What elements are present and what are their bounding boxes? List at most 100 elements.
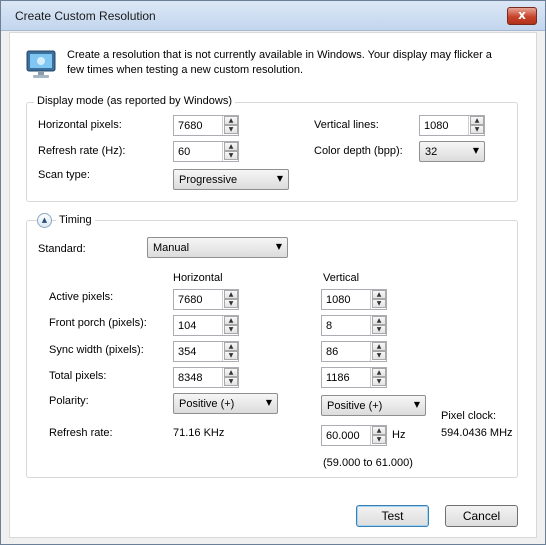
spin-up-icon[interactable]: ▲ bbox=[224, 142, 238, 151]
chevron-down-icon: ▼ bbox=[472, 146, 479, 155]
standard-value: Manual bbox=[153, 242, 190, 254]
spin-up-icon[interactable]: ▲ bbox=[224, 290, 238, 299]
spin-up-icon[interactable]: ▲ bbox=[372, 316, 386, 325]
horizontal-pixels-field[interactable]: ▲ ▼ bbox=[173, 115, 239, 136]
total-h-spinner: ▲ ▼ bbox=[222, 368, 238, 387]
scan-type-value: Progressive bbox=[179, 174, 238, 186]
scan-type-select[interactable]: Progressive ▼ bbox=[173, 169, 289, 190]
spin-down-icon[interactable]: ▼ bbox=[470, 125, 484, 134]
timing-refresh-rate-label: Refresh rate: bbox=[49, 427, 113, 439]
vertical-lines-spinner: ▲ ▼ bbox=[468, 116, 484, 135]
active-v-field[interactable]: ▲ ▼ bbox=[321, 289, 387, 310]
vertical-lines-label: Vertical lines: bbox=[314, 119, 379, 131]
column-header-horizontal: Horizontal bbox=[173, 272, 223, 284]
test-button[interactable]: Test bbox=[356, 505, 429, 527]
spin-up-icon[interactable]: ▲ bbox=[372, 290, 386, 299]
front-porch-v-field[interactable]: ▲ ▼ bbox=[321, 315, 387, 336]
spin-up-icon[interactable]: ▲ bbox=[224, 368, 238, 377]
refresh-rate-spinner: ▲ ▼ bbox=[222, 142, 238, 161]
vertical-lines-field[interactable]: ▲ ▼ bbox=[419, 115, 485, 136]
polarity-v-value: Positive (+) bbox=[327, 400, 383, 412]
chevron-down-icon: ▼ bbox=[275, 242, 282, 251]
total-v-input[interactable] bbox=[322, 368, 370, 387]
intro-text: Create a resolution that is not currentl… bbox=[67, 49, 492, 76]
standard-label: Standard: bbox=[38, 243, 86, 255]
vertical-refresh-spinner: ▲ ▼ bbox=[370, 426, 386, 445]
spin-down-icon[interactable]: ▼ bbox=[372, 377, 386, 386]
spin-down-icon[interactable]: ▼ bbox=[224, 125, 238, 134]
spin-up-icon[interactable]: ▲ bbox=[372, 426, 386, 435]
spin-up-icon[interactable]: ▲ bbox=[372, 342, 386, 351]
total-pixels-label: Total pixels: bbox=[49, 370, 107, 382]
title-bar[interactable]: Create Custom Resolution x bbox=[1, 1, 545, 31]
polarity-v-select[interactable]: Positive (+) ▼ bbox=[321, 395, 426, 416]
dialog-window: Create Custom Resolution x Create a reso… bbox=[0, 0, 546, 545]
sync-width-v-input[interactable] bbox=[322, 342, 370, 361]
active-pixels-label: Active pixels: bbox=[49, 291, 114, 303]
active-h-input[interactable] bbox=[174, 290, 222, 309]
spin-up-icon[interactable]: ▲ bbox=[224, 342, 238, 351]
vertical-refresh-field[interactable]: ▲ ▼ bbox=[321, 425, 387, 446]
front-porch-h-field[interactable]: ▲ ▼ bbox=[173, 315, 239, 336]
window-title: Create Custom Resolution bbox=[15, 9, 156, 23]
color-depth-label: Color depth (bpp): bbox=[314, 145, 403, 157]
pixel-clock-value: 594.0436 MHz bbox=[441, 427, 513, 439]
total-h-input[interactable] bbox=[174, 368, 222, 387]
front-porch-v-spinner: ▲ ▼ bbox=[370, 316, 386, 335]
spin-down-icon[interactable]: ▼ bbox=[372, 325, 386, 334]
front-porch-h-spinner: ▲ ▼ bbox=[222, 316, 238, 335]
polarity-h-value: Positive (+) bbox=[179, 398, 235, 410]
total-v-field[interactable]: ▲ ▼ bbox=[321, 367, 387, 388]
color-depth-select[interactable]: 32 ▼ bbox=[419, 141, 485, 162]
spin-down-icon[interactable]: ▼ bbox=[224, 325, 238, 334]
sync-width-v-spinner: ▲ ▼ bbox=[370, 342, 386, 361]
horizontal-refresh-value: 71.16 KHz bbox=[173, 427, 225, 439]
color-depth-value: 32 bbox=[425, 146, 438, 158]
spin-down-icon[interactable]: ▼ bbox=[372, 351, 386, 360]
spin-down-icon[interactable]: ▼ bbox=[372, 299, 386, 308]
front-porch-h-input[interactable] bbox=[174, 316, 222, 335]
refresh-rate-label: Refresh rate (Hz): bbox=[38, 145, 126, 157]
refresh-rate-input[interactable] bbox=[174, 142, 222, 161]
standard-select[interactable]: Manual ▼ bbox=[147, 237, 288, 258]
display-mode-group-label: Display mode (as reported by Windows) bbox=[34, 95, 236, 107]
active-h-field[interactable]: ▲ ▼ bbox=[173, 289, 239, 310]
polarity-label: Polarity: bbox=[49, 395, 89, 407]
chevron-down-icon: ▼ bbox=[413, 400, 420, 409]
vertical-lines-input[interactable] bbox=[420, 116, 468, 135]
column-header-vertical: Vertical bbox=[323, 272, 360, 284]
total-h-field[interactable]: ▲ ▼ bbox=[173, 367, 239, 388]
collapse-icon[interactable]: ▲ bbox=[37, 213, 52, 228]
sync-width-v-field[interactable]: ▲ ▼ bbox=[321, 341, 387, 362]
vertical-refresh-input[interactable] bbox=[322, 426, 370, 445]
sync-width-h-input[interactable] bbox=[174, 342, 222, 361]
sync-width-h-field[interactable]: ▲ ▼ bbox=[173, 341, 239, 362]
spin-down-icon[interactable]: ▼ bbox=[224, 151, 238, 160]
refresh-range: (59.000 to 61.000) bbox=[323, 457, 413, 469]
spin-up-icon[interactable]: ▲ bbox=[224, 316, 238, 325]
sync-width-label: Sync width (pixels): bbox=[49, 344, 144, 356]
horizontal-pixels-spinner: ▲ ▼ bbox=[222, 116, 238, 135]
close-button[interactable]: x bbox=[507, 7, 537, 25]
sync-width-h-spinner: ▲ ▼ bbox=[222, 342, 238, 361]
polarity-h-select[interactable]: Positive (+) ▼ bbox=[173, 393, 278, 414]
active-h-spinner: ▲ ▼ bbox=[222, 290, 238, 309]
refresh-unit: Hz bbox=[392, 429, 406, 441]
spin-down-icon[interactable]: ▼ bbox=[224, 351, 238, 360]
active-v-input[interactable] bbox=[322, 290, 370, 309]
horizontal-pixels-input[interactable] bbox=[174, 116, 222, 135]
spin-down-icon[interactable]: ▼ bbox=[224, 299, 238, 308]
total-v-spinner: ▲ ▼ bbox=[370, 368, 386, 387]
spin-up-icon[interactable]: ▲ bbox=[224, 116, 238, 125]
front-porch-v-input[interactable] bbox=[322, 316, 370, 335]
pixel-clock-label: Pixel clock: bbox=[441, 410, 497, 422]
refresh-rate-field[interactable]: ▲ ▼ bbox=[173, 141, 239, 162]
cancel-button[interactable]: Cancel bbox=[445, 505, 518, 527]
spin-up-icon[interactable]: ▲ bbox=[470, 116, 484, 125]
active-v-spinner: ▲ ▼ bbox=[370, 290, 386, 309]
spin-up-icon[interactable]: ▲ bbox=[372, 368, 386, 377]
monitor-icon bbox=[26, 50, 56, 78]
spin-down-icon[interactable]: ▼ bbox=[372, 435, 386, 444]
spin-down-icon[interactable]: ▼ bbox=[224, 377, 238, 386]
timing-group-label: Timing bbox=[56, 214, 95, 226]
